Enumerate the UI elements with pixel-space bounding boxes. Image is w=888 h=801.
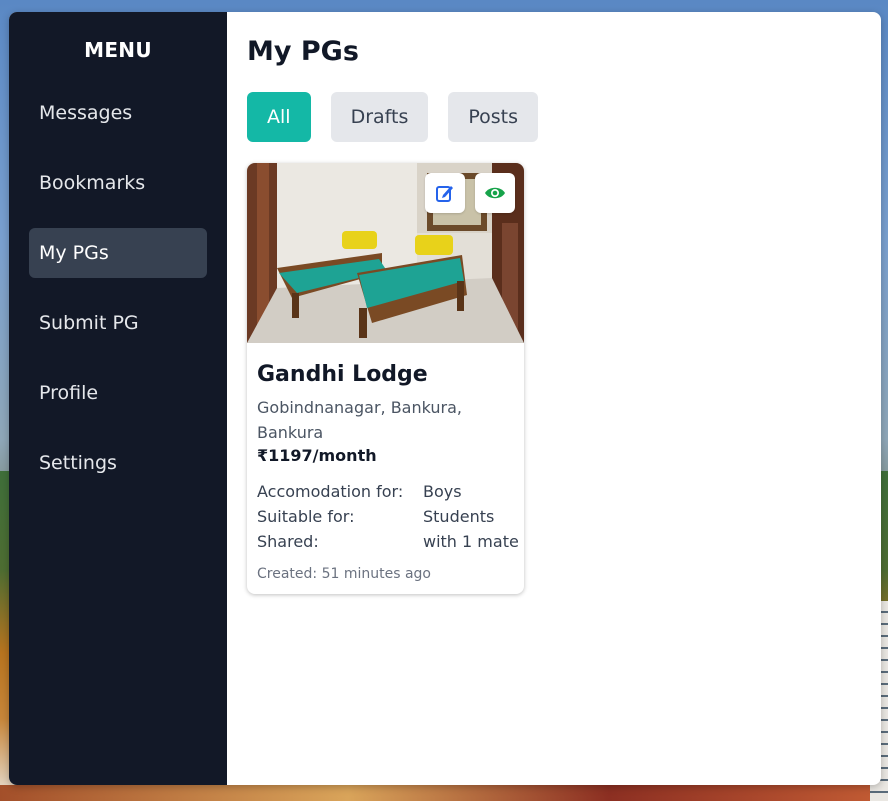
detail-value-suitable: Students <box>423 507 495 526</box>
sidebar-item-profile[interactable]: Profile <box>29 368 207 418</box>
pg-name: Gandhi Lodge <box>257 362 428 387</box>
pg-room-photo <box>247 163 524 343</box>
page-title: My PGs <box>247 36 359 67</box>
app-window: MENU Messages Bookmarks My PGs Submit PG… <box>9 12 881 785</box>
sidebar: MENU Messages Bookmarks My PGs Submit PG… <box>9 12 227 785</box>
edit-icon <box>436 186 453 202</box>
sidebar-nav: Messages Bookmarks My PGs Submit PG Prof… <box>9 88 227 488</box>
pg-price: ₹1197/month <box>257 446 377 465</box>
tab-all[interactable]: All <box>247 92 311 142</box>
sidebar-item-my-pgs[interactable]: My PGs <box>29 228 207 278</box>
filter-tabs: All Drafts Posts <box>247 92 861 142</box>
detail-label-shared: Shared: <box>257 532 319 551</box>
detail-label-accomodation: Accomodation for: <box>257 482 404 501</box>
edit-button[interactable] <box>425 173 465 213</box>
sidebar-item-submit-pg[interactable]: Submit PG <box>29 298 207 348</box>
tab-drafts[interactable]: Drafts <box>330 92 429 142</box>
view-button[interactable] <box>475 173 515 213</box>
pg-details: Accomodation for: Suitable for: Shared: … <box>257 479 519 554</box>
sidebar-item-bookmarks[interactable]: Bookmarks <box>29 158 207 208</box>
main-content: My PGs All Drafts Posts Gandhi Lodge Gob… <box>227 12 881 785</box>
detail-values: Boys Students with 1 mate <box>423 479 519 554</box>
eye-icon <box>485 187 505 199</box>
created-timestamp: Created: 51 minutes ago <box>257 566 431 582</box>
menu-title: MENU <box>84 38 152 62</box>
pg-address: Gobindnanagar, Bankura, Bankura <box>257 398 462 442</box>
sidebar-item-messages[interactable]: Messages <box>29 88 207 138</box>
tab-posts[interactable]: Posts <box>448 92 539 142</box>
detail-value-accomodation: Boys <box>423 482 462 501</box>
pg-card[interactable]: Gandhi Lodge Gobindnanagar, Bankura, Ban… <box>247 163 524 594</box>
detail-label-suitable: Suitable for: <box>257 507 355 526</box>
pg-card-body: Gandhi Lodge Gobindnanagar, Bankura, Ban… <box>247 343 524 594</box>
background-rooftops <box>0 785 870 801</box>
sidebar-item-settings[interactable]: Settings <box>29 438 207 488</box>
detail-value-shared: with 1 mate <box>423 532 519 551</box>
detail-labels: Accomodation for: Suitable for: Shared: <box>257 479 423 554</box>
